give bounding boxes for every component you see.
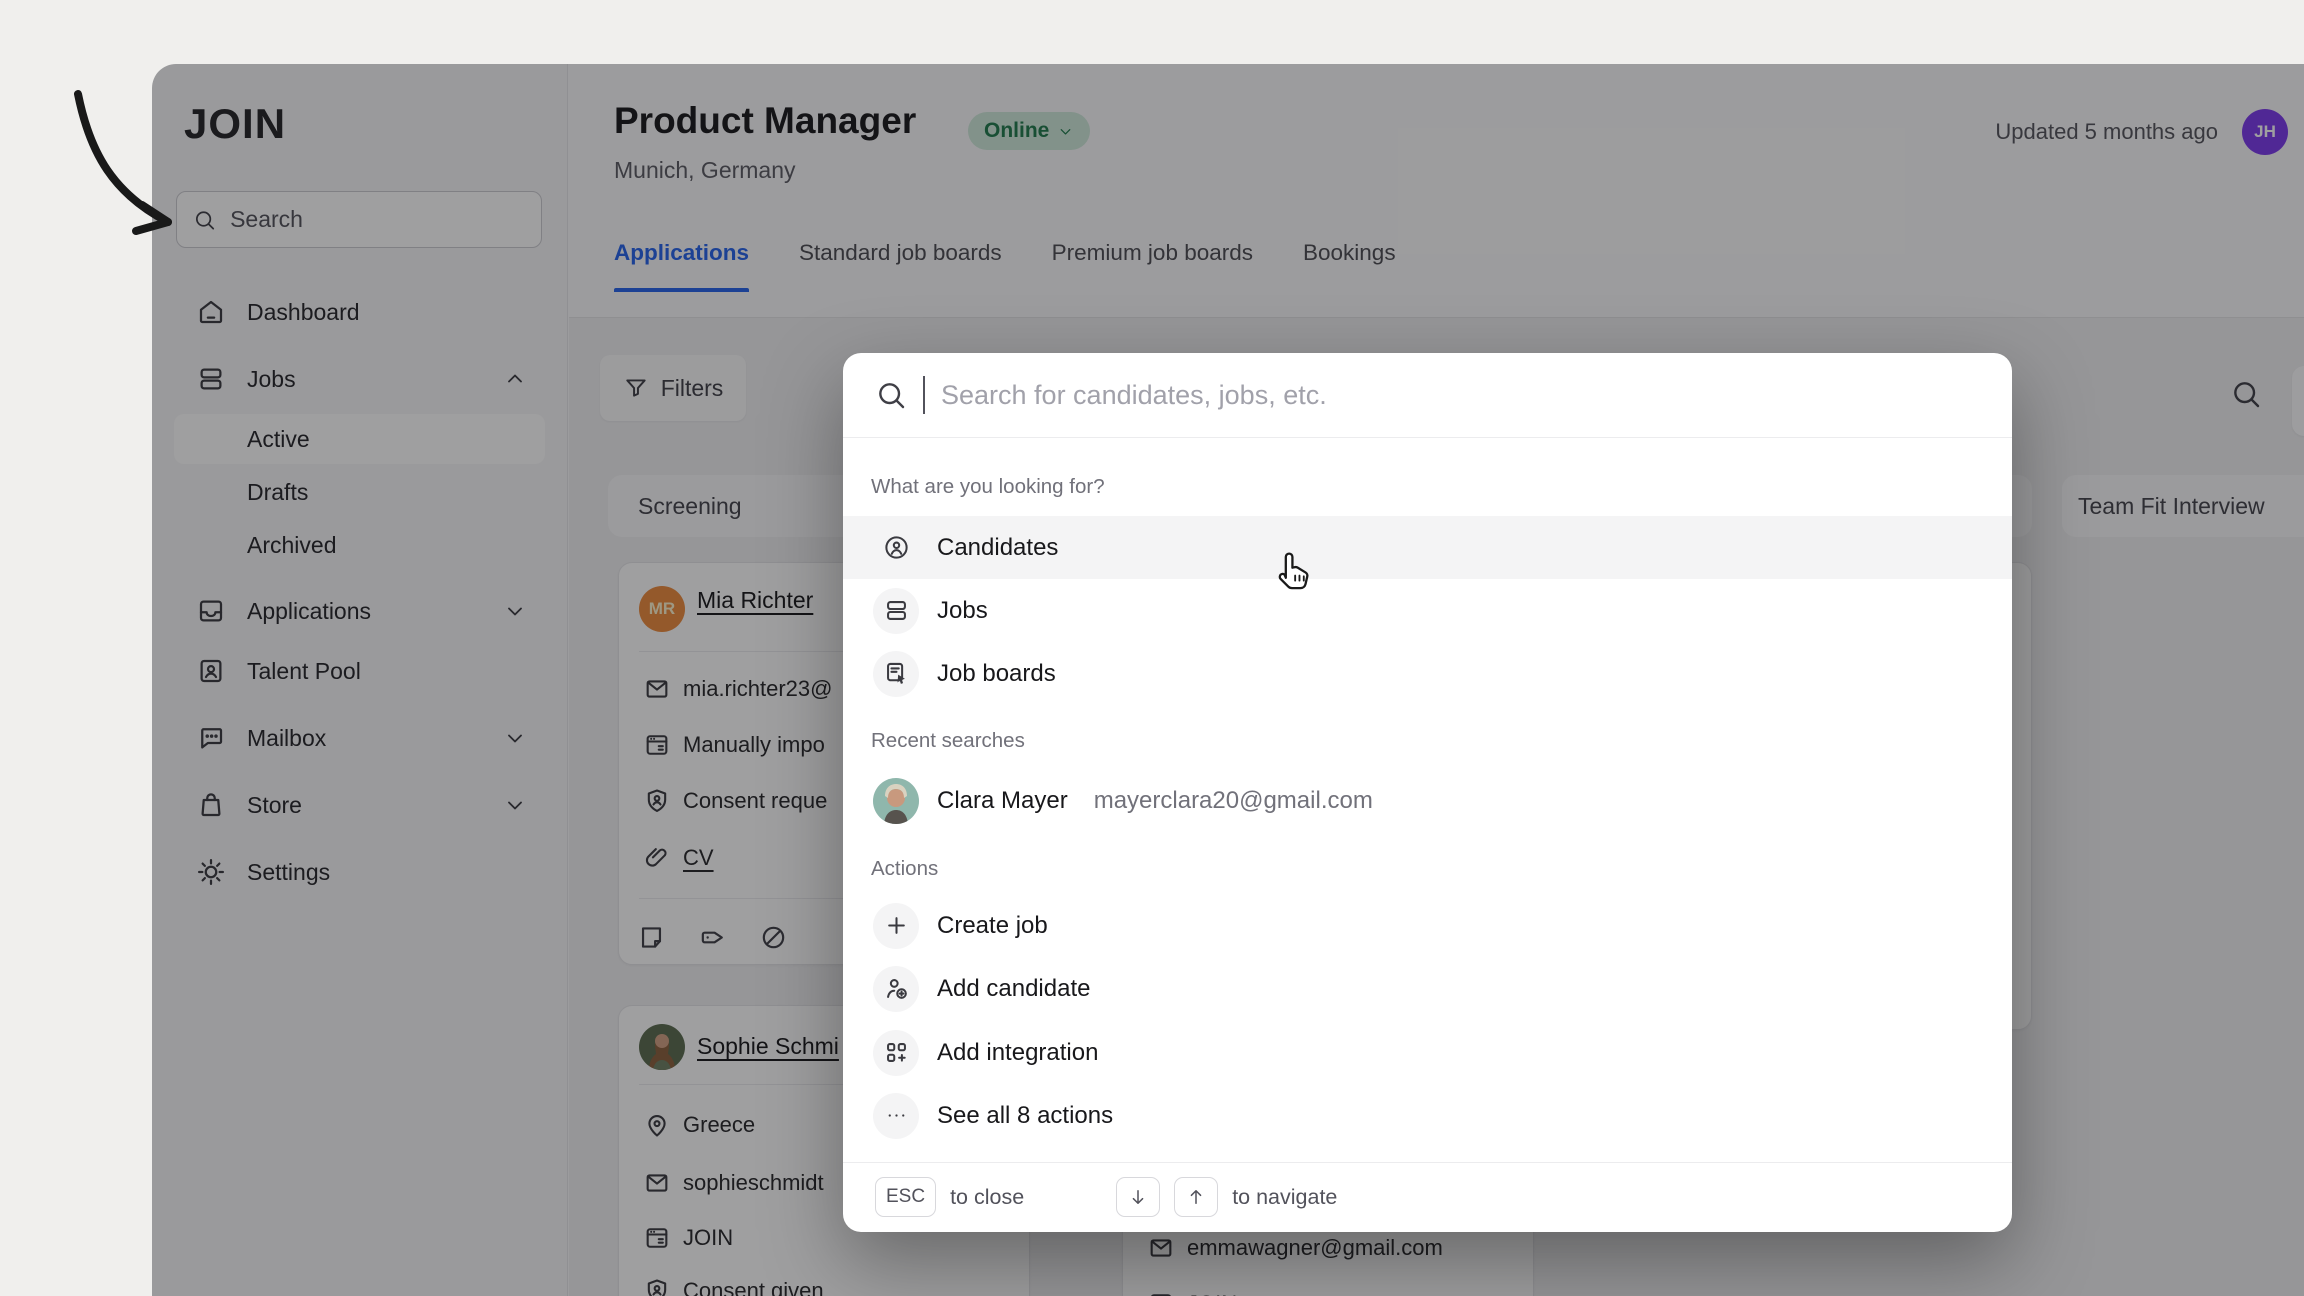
action-label: Create job <box>937 912 1048 940</box>
action-label: See all 8 actions <box>937 1102 1113 1130</box>
navigate-hint: to navigate <box>1232 1185 1337 1210</box>
plus-icon <box>883 912 910 939</box>
arrow-down-keycap <box>1116 1177 1160 1217</box>
avatar-photo <box>873 778 919 824</box>
menu-item-label: Jobs <box>937 597 988 625</box>
action-label: Add candidate <box>937 975 1090 1003</box>
arrow-up-icon <box>1186 1187 1206 1207</box>
action-see-all[interactable]: See all 8 actions <box>843 1084 2012 1147</box>
annotation-arrow <box>56 82 206 252</box>
action-label: Add integration <box>937 1039 1098 1067</box>
menu-item-label: Job boards <box>937 660 1056 688</box>
action-add-integration[interactable]: Add integration <box>843 1021 2012 1084</box>
global-search-modal: What are you looking for? Candidates Job… <box>843 353 2012 1232</box>
icon-circle <box>873 966 919 1012</box>
icon-circle <box>873 525 919 571</box>
text-caret <box>923 376 925 414</box>
add-candidate-icon <box>883 975 910 1002</box>
action-add-candidate[interactable]: Add candidate <box>843 957 2012 1020</box>
icon-circle <box>873 1093 919 1139</box>
add-integration-icon <box>883 1039 910 1066</box>
section-label-actions: Actions <box>871 857 938 881</box>
arrow-down-icon <box>1128 1187 1148 1207</box>
modal-search-input[interactable] <box>941 380 1980 411</box>
candidates-icon <box>883 534 910 561</box>
close-hint: to close <box>950 1185 1024 1210</box>
search-icon <box>875 379 907 411</box>
mouse-cursor-hand <box>1270 546 1316 598</box>
icon-circle <box>873 651 919 697</box>
modal-footer: ESC to close to navigate <box>843 1162 2012 1232</box>
icon-circle <box>873 1030 919 1076</box>
arrow-up-keycap <box>1174 1177 1218 1217</box>
recent-person-avatar <box>873 778 919 824</box>
jobs-icon <box>883 597 910 624</box>
esc-keycap: ESC <box>875 1177 936 1217</box>
recent-search-clara[interactable]: Clara Mayer mayerclara20@gmail.com <box>843 769 2012 832</box>
menu-item-jobs[interactable]: Jobs <box>843 579 2012 642</box>
icon-circle <box>873 588 919 634</box>
action-create-job[interactable]: Create job <box>843 894 2012 957</box>
menu-item-label: Candidates <box>937 534 1058 562</box>
app-window: JOIN Dashboard Jobs Active Drafts <box>152 64 2304 1296</box>
screen: JOIN Dashboard Jobs Active Drafts <box>0 0 2304 1296</box>
recent-person-name: Clara Mayer <box>937 787 1068 815</box>
ellipsis-icon <box>883 1102 910 1129</box>
section-label-recent: Recent searches <box>871 729 1025 753</box>
menu-item-candidates[interactable]: Candidates <box>843 516 2012 579</box>
job-boards-icon <box>883 660 910 687</box>
recent-person-email: mayerclara20@gmail.com <box>1094 787 1373 815</box>
divider <box>843 437 2012 438</box>
modal-search-bar[interactable] <box>843 353 2012 437</box>
section-label-looking: What are you looking for? <box>871 475 1105 499</box>
menu-item-job-boards[interactable]: Job boards <box>843 642 2012 705</box>
icon-circle <box>873 903 919 949</box>
